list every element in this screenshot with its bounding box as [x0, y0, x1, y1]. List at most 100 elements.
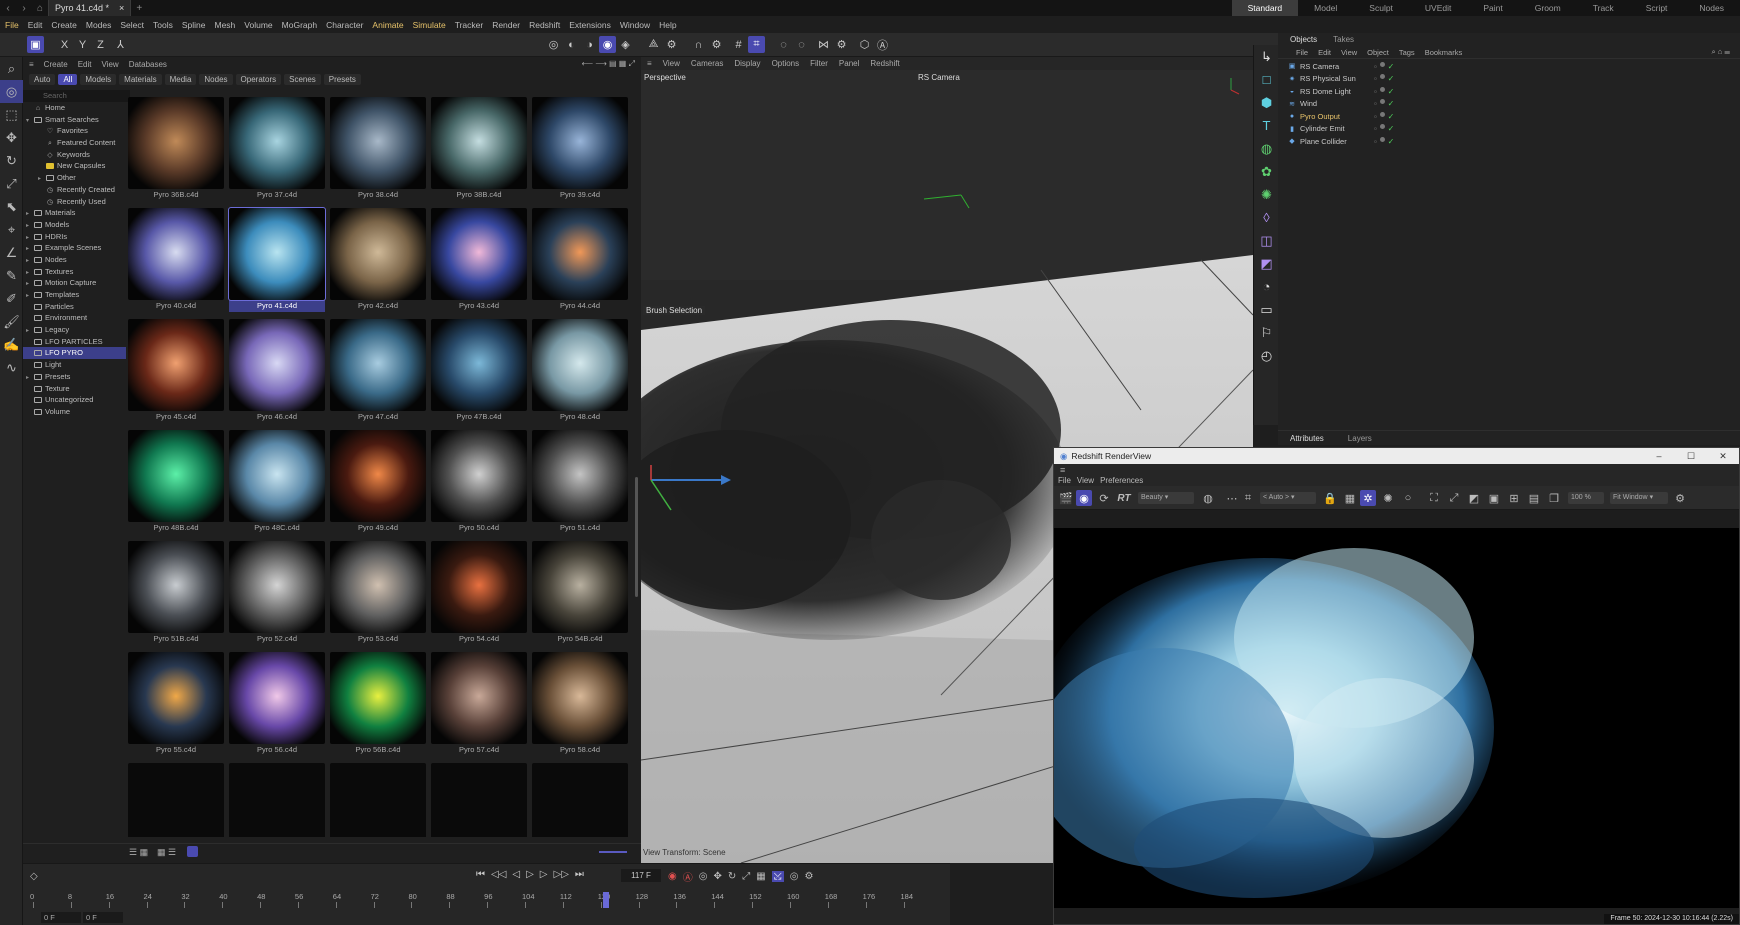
asset-thumbnail[interactable]: [330, 97, 426, 189]
add-snapshot-icon[interactable]: ⊞: [1506, 490, 1522, 506]
tab-objects[interactable]: Objects: [1282, 35, 1325, 44]
rotation-key-icon[interactable]: ↻: [728, 871, 736, 882]
magnet-icon[interactable]: ∩: [690, 36, 707, 53]
nav-arrows-icon[interactable]: ⟵ ⟶ ▤ ▦ ⤢: [582, 59, 635, 69]
asset-tile[interactable]: Pyro 37.c4d: [229, 97, 325, 201]
object-row-rs-physical-sun[interactable]: ✷ RS Physical Sun ▫ ✓: [1278, 73, 1740, 86]
tree-item-smart-searches[interactable]: ▾ Smart Searches: [23, 114, 126, 126]
asset-tile[interactable]: Pyro 53.c4d: [330, 541, 426, 645]
asset-thumbnail[interactable]: [431, 541, 527, 633]
tab-attributes[interactable]: Attributes: [1278, 434, 1336, 443]
forward-icon[interactable]: ›: [16, 0, 32, 16]
light-icon[interactable]: ⚐: [1254, 321, 1279, 344]
asset-thumbnail[interactable]: [228, 207, 326, 301]
start-frame-field[interactable]: 0 F: [41, 912, 81, 923]
asset-thumbnail[interactable]: [330, 319, 426, 411]
object-row-rs-camera[interactable]: ▣ RS Camera ▫ ✓: [1278, 60, 1740, 73]
deformer-icon[interactable]: ◊: [1254, 206, 1279, 229]
render-output-image[interactable]: [1054, 528, 1739, 908]
menu-help[interactable]: Help: [659, 20, 676, 30]
symmetry-icon[interactable]: ⋈: [815, 36, 832, 53]
menu-mograph[interactable]: MoGraph: [282, 20, 317, 30]
tree-item-legacy[interactable]: ▸ Legacy: [23, 324, 126, 336]
asset-tile-partial[interactable]: [330, 763, 426, 837]
filter-models[interactable]: Models: [80, 73, 117, 85]
asset-thumbnail[interactable]: [229, 652, 325, 744]
asset-tile[interactable]: Pyro 38B.c4d: [431, 97, 527, 201]
tree-item-textures[interactable]: ▸ Textures: [23, 266, 126, 278]
asset-thumbnail[interactable]: [330, 652, 426, 744]
rt-toggle[interactable]: RT: [1116, 490, 1132, 506]
tree-arrow-icon[interactable]: ▸: [26, 233, 34, 243]
asset-thumbnail[interactable]: [330, 763, 426, 837]
timeline-settings-icon[interactable]: ⚙: [804, 871, 813, 882]
tree-item-models[interactable]: ▸ Models: [23, 219, 126, 231]
visibility-icon[interactable]: ▫: [1374, 87, 1377, 96]
menu-file[interactable]: File: [5, 20, 19, 30]
keyframe-diamond-icon[interactable]: ◇: [30, 871, 42, 883]
primitive-icon[interactable]: ⬢: [1254, 91, 1279, 114]
asset-search-input[interactable]: Search: [23, 90, 130, 102]
brush-selection-label[interactable]: Brush Selection: [643, 306, 706, 315]
asset-tile-partial[interactable]: [532, 763, 628, 837]
menu-spline[interactable]: Spline: [182, 20, 206, 30]
tree-item-particles[interactable]: Particles: [23, 301, 126, 313]
asset-tile[interactable]: Pyro 51B.c4d: [128, 541, 224, 645]
x-axis-toggle[interactable]: X: [56, 36, 73, 53]
tree-arrow-icon[interactable]: ▾: [26, 116, 34, 126]
visibility-icon[interactable]: ▫: [1374, 124, 1377, 133]
vp-menu-panel[interactable]: Panel: [839, 59, 859, 68]
tree-item-lfo-particles[interactable]: LFO PARTICLES: [23, 336, 126, 348]
asset-grid-scrollbar[interactable]: [635, 477, 638, 597]
menu-edit[interactable]: Edit: [28, 20, 43, 30]
tree-item-light[interactable]: Light: [23, 359, 126, 371]
viewport-camera-label[interactable]: RS Camera: [918, 73, 960, 82]
filter-presets[interactable]: Presets: [323, 73, 361, 85]
motion-path-icon[interactable]: ⤩: [771, 871, 784, 882]
render-dot[interactable]: [1379, 99, 1385, 105]
object-row-plane-collider[interactable]: ◆ Plane Collider ▫ ✓: [1278, 135, 1740, 148]
tree-item-presets[interactable]: ▸ Presets: [23, 371, 126, 383]
lock-icon[interactable]: ◌: [775, 36, 792, 53]
visibility-icon[interactable]: ▫: [1374, 99, 1377, 108]
paint-icon[interactable]: ✍: [0, 333, 23, 356]
asset-tile[interactable]: Pyro 49.c4d: [330, 430, 426, 534]
refresh-render-icon[interactable]: ⟳: [1096, 490, 1112, 506]
asset-tile[interactable]: Pyro 57.c4d: [431, 652, 527, 756]
enabled-check-icon[interactable]: ✓: [1388, 137, 1395, 146]
asset-thumbnail[interactable]: [532, 652, 628, 744]
asset-thumbnail[interactable]: [431, 319, 527, 411]
effector-icon[interactable]: ✺: [1254, 183, 1279, 206]
vp-menu-filter[interactable]: Filter: [810, 59, 828, 68]
tree-arrow-icon[interactable]: ▸: [38, 174, 46, 184]
filter-all[interactable]: All: [58, 73, 78, 85]
render-dot[interactable]: [1379, 124, 1385, 130]
om-menu-edit[interactable]: Edit: [1318, 48, 1331, 57]
layout-tab-uvedit[interactable]: UVEdit: [1409, 0, 1467, 16]
denoise-icon[interactable]: ◩: [1466, 490, 1482, 506]
play-icon[interactable]: ▷: [526, 869, 534, 880]
vp-menu-options[interactable]: Options: [772, 59, 800, 68]
add-tab-icon[interactable]: +: [131, 0, 147, 16]
tree-arrow-icon[interactable]: ▸: [26, 209, 34, 219]
filter-media[interactable]: Media: [164, 73, 197, 85]
asset-tile[interactable]: Pyro 54.c4d: [431, 541, 527, 645]
tags-icon[interactable]: ◴: [1254, 344, 1279, 367]
text-icon[interactable]: T: [1254, 114, 1279, 137]
asset-tile[interactable]: Pyro 47B.c4d: [431, 319, 527, 423]
object-row-pyro-output[interactable]: ● Pyro Output ▫ ✓: [1278, 110, 1740, 123]
brush-icon[interactable]: 🖌: [0, 310, 23, 333]
enabled-check-icon[interactable]: ✓: [1388, 99, 1395, 108]
undo-view-icon[interactable]: ▣: [27, 36, 44, 53]
tree-item-recently-created[interactable]: ◷ Recently Created: [23, 184, 126, 196]
menu-extensions[interactable]: Extensions: [569, 20, 611, 30]
filter-nodes[interactable]: Nodes: [199, 73, 233, 85]
y-axis-toggle[interactable]: Y: [74, 36, 91, 53]
asset-tile[interactable]: Pyro 51.c4d: [532, 430, 628, 534]
pla-key-icon[interactable]: ▦: [756, 871, 765, 882]
enabled-check-icon[interactable]: ✓: [1388, 124, 1395, 133]
enabled-check-icon[interactable]: ✓: [1388, 112, 1395, 121]
model-mode-icon[interactable]: ◎: [545, 36, 562, 53]
menu-character[interactable]: Character: [326, 20, 363, 30]
fit-window-dropdown[interactable]: Fit Window ▾: [1610, 492, 1668, 504]
